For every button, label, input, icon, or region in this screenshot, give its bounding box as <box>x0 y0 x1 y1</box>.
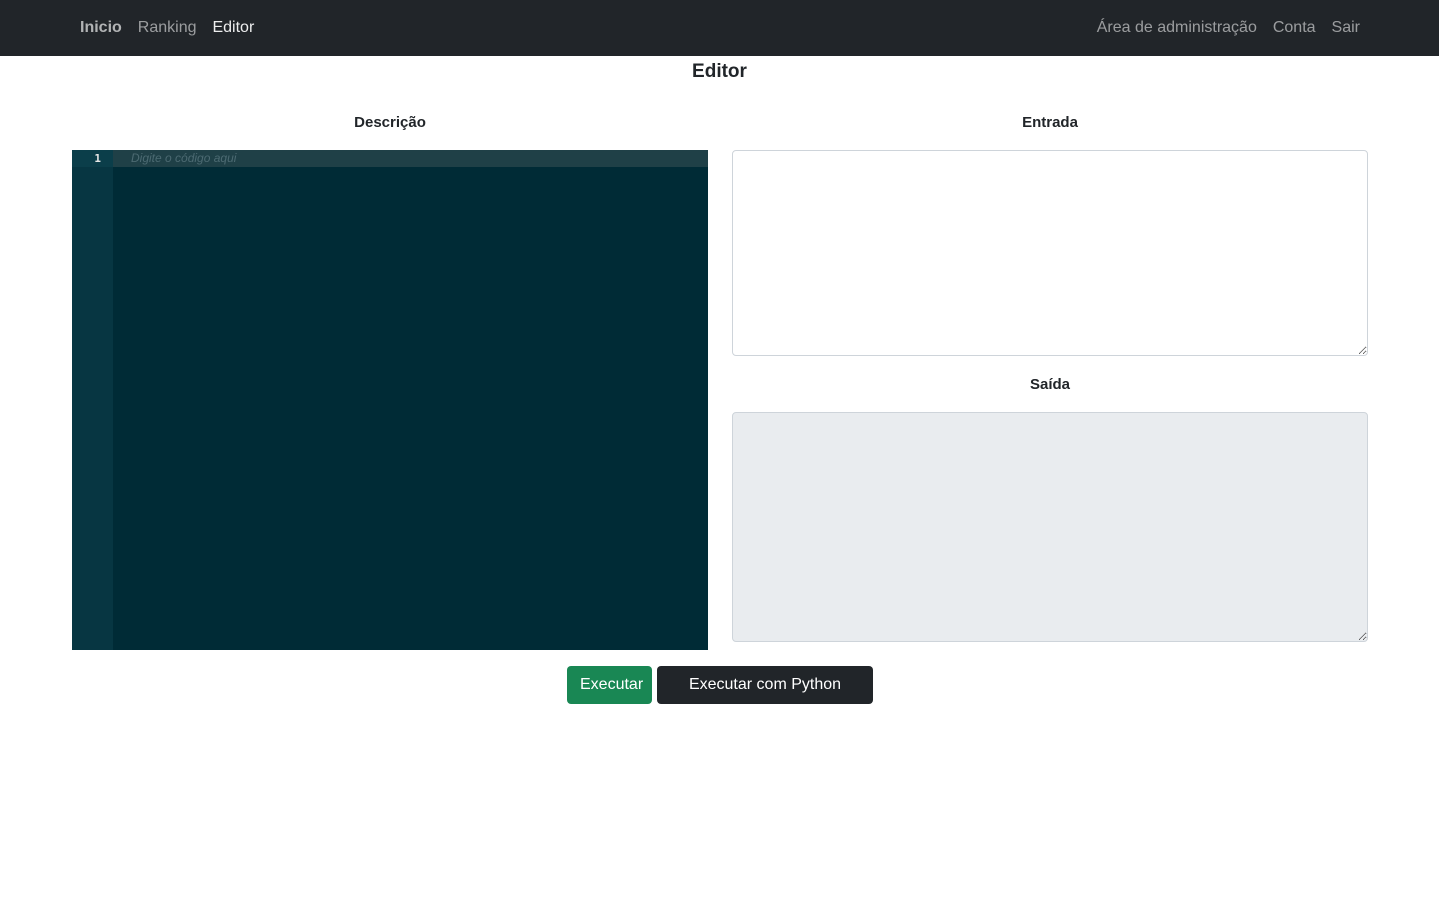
nav-link-sair[interactable]: Sair <box>1332 19 1360 37</box>
nav-link-ranking[interactable]: Ranking <box>138 19 197 37</box>
line-number: 1 <box>94 152 101 165</box>
code-editor[interactable]: 1 Digite o código aqui <box>72 150 708 650</box>
nav-link-editor[interactable]: Editor <box>212 19 254 37</box>
output-textarea <box>732 412 1368 642</box>
python-tutor-button[interactable]: Executar com Python Tutor <box>657 666 873 731</box>
editor-placeholder: Digite o código aqui <box>131 151 237 165</box>
editor-gutter <box>72 150 113 650</box>
input-label: Entrada <box>1022 114 1078 131</box>
nav-link-admin[interactable]: Área de administração <box>1097 19 1257 37</box>
editor-label: Descrição <box>354 114 426 131</box>
nav-link-conta[interactable]: Conta <box>1273 19 1316 37</box>
input-textarea[interactable] <box>732 150 1368 356</box>
nav-right-group: Área de administração Conta Sair <box>1081 0 1360 56</box>
nav-left-group: Inicio Ranking Editor <box>80 0 270 56</box>
output-label: Saída <box>1029 376 1071 393</box>
run-button[interactable]: Executar <box>567 666 652 704</box>
page-title: Editor <box>692 61 747 82</box>
top-navbar: Inicio Ranking Editor Área de administra… <box>0 0 1439 56</box>
nav-brand-inicio[interactable]: Inicio <box>80 19 122 37</box>
